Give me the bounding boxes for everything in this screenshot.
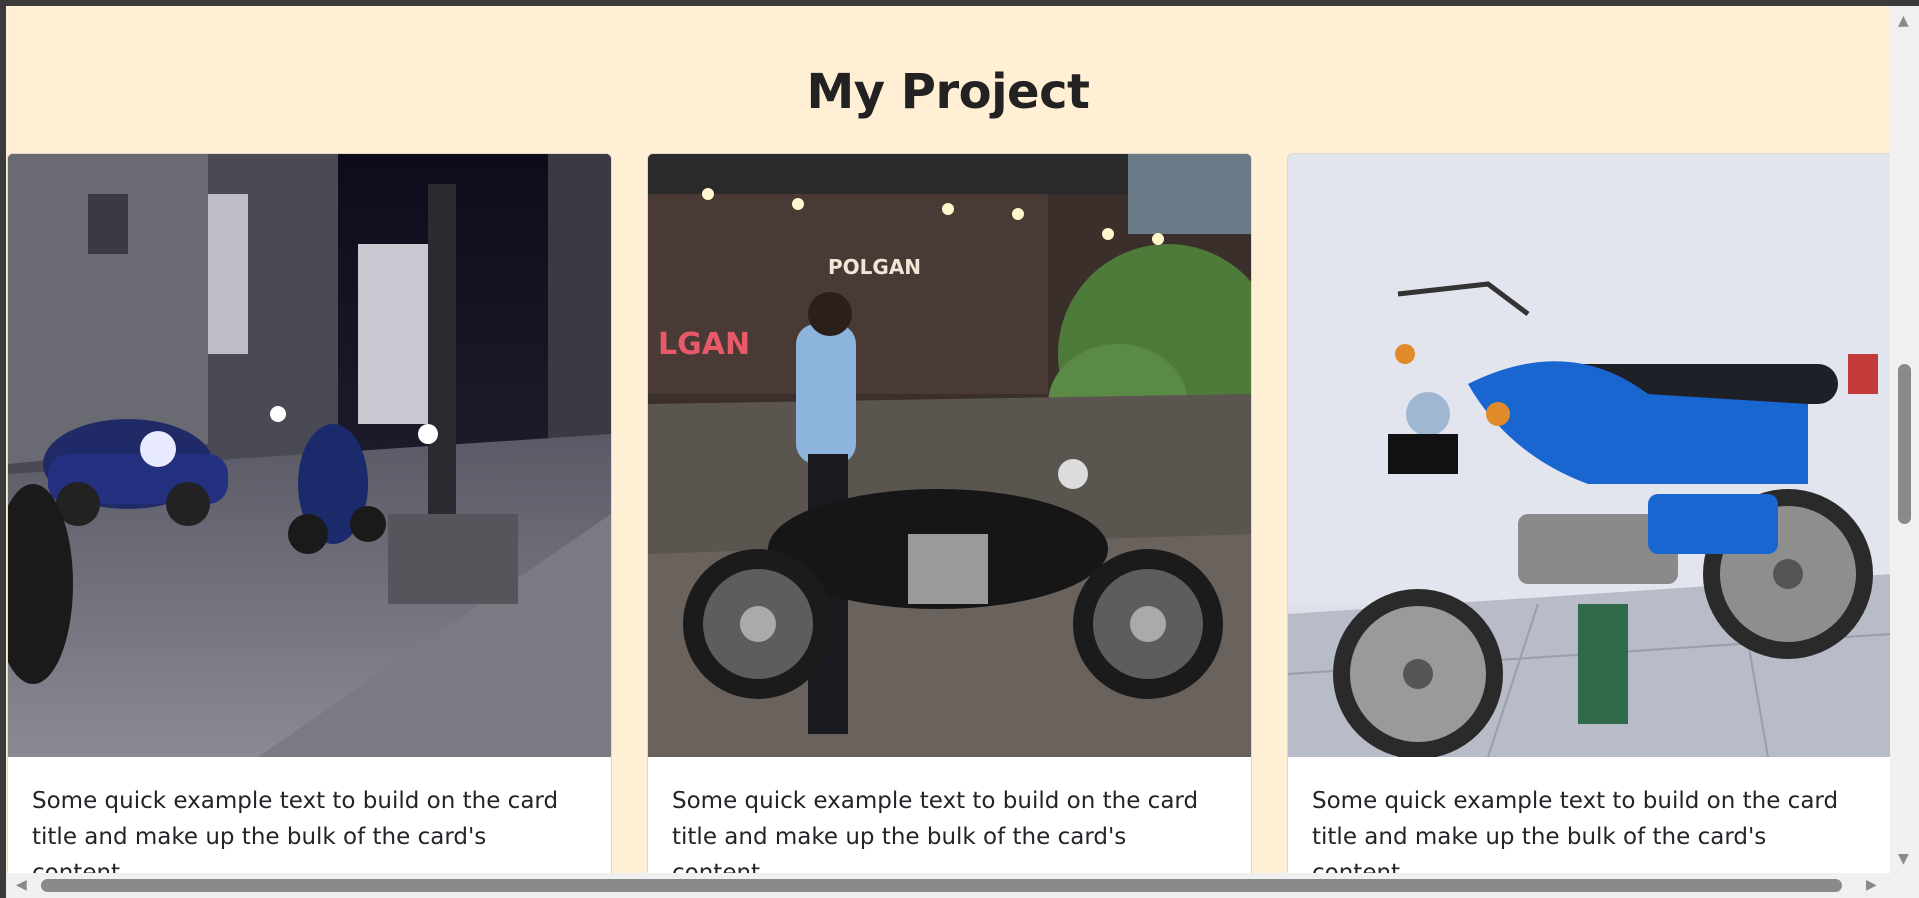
card-3: Some quick example text to build on the … [1287, 153, 1890, 873]
card-1: Some quick example text to build on the … [7, 153, 612, 873]
blue-motorcycle-photo [1288, 154, 1890, 757]
vertical-scroll-thumb[interactable] [1898, 364, 1911, 524]
scroll-up-arrow-icon[interactable]: ▲ [1898, 14, 1909, 28]
card-text-2: Some quick example text to build on the … [672, 788, 1199, 873]
scroll-left-arrow-icon[interactable]: ◀ [16, 878, 27, 892]
vertical-scrollbar[interactable]: ▲ ▼ [1890, 6, 1919, 873]
card-image-2: LGAN POLGAN [648, 154, 1251, 757]
card-text-1: Some quick example text to build on the … [32, 788, 559, 873]
svg-text:LGAN: LGAN [658, 327, 750, 362]
svg-text:POLGAN: POLGAN [828, 255, 921, 279]
scroll-down-arrow-icon[interactable]: ▼ [1898, 852, 1909, 866]
horizontal-scrollbar[interactable]: ◀ ▶ [6, 873, 1890, 898]
horizontal-scroll-thumb[interactable] [41, 879, 1842, 892]
scrollbar-corner [1890, 873, 1919, 898]
motorcycle-rider-photo: LGAN POLGAN [648, 154, 1251, 757]
page-title: My Project [806, 64, 1091, 120]
card-image-3 [1288, 154, 1890, 757]
card-2: LGAN POLGAN Some quick example text to b… [647, 153, 1252, 873]
night-street-photo [8, 154, 611, 757]
scroll-right-arrow-icon[interactable]: ▶ [1866, 878, 1877, 892]
page-viewport: My Project Some quick example text to bu… [6, 6, 1890, 873]
card-text-3: Some quick example text to build on the … [1312, 788, 1839, 873]
card-image-1 [8, 154, 611, 757]
